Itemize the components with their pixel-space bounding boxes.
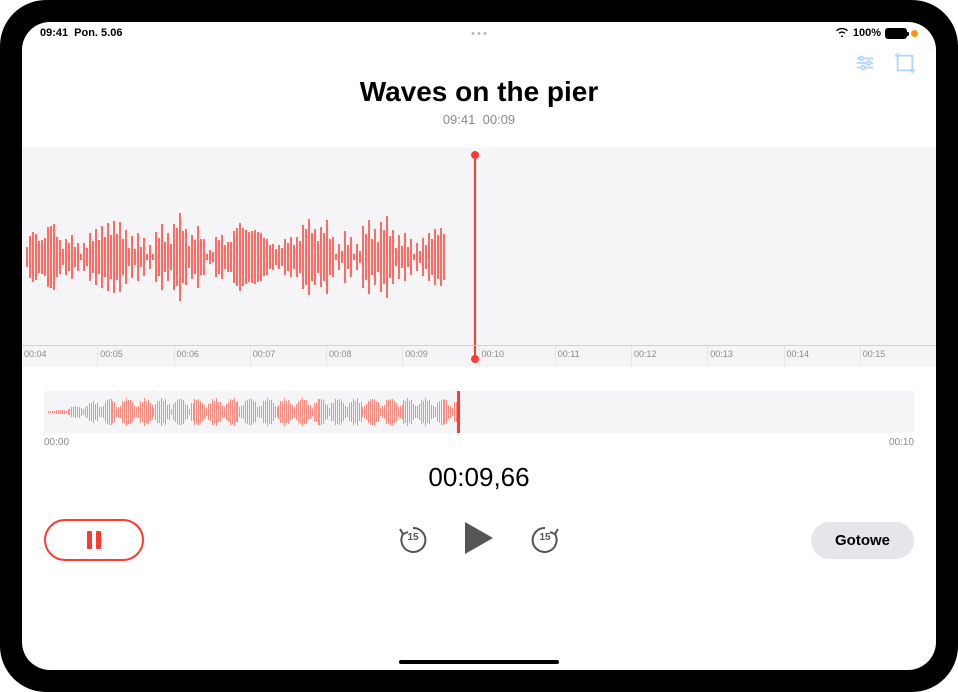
done-button[interactable]: Gotowe [811,522,914,559]
battery-pct: 100% [853,27,881,39]
timeline-tick: 00:04 [22,346,97,367]
skip-back-15-button[interactable]: 15 [397,524,429,556]
play-button[interactable] [463,520,495,561]
mic-in-use-dot [911,30,918,37]
timeline-tick: 00:09 [402,346,478,367]
playhead[interactable] [474,155,476,359]
timeline-tick: 00:11 [555,346,631,367]
timeline-tick: 00:15 [860,346,936,367]
overview-start: 00:00 [44,437,69,448]
overview-end: 00:10 [889,437,914,448]
timeline-tick: 00:08 [326,346,402,367]
timeline-tick: 00:14 [784,346,860,367]
ipad-frame: 09:41 Pon. 5.06 100% [0,0,958,692]
timeline-tick: 00:10 [479,346,555,367]
playback-settings-button[interactable] [854,52,876,79]
recording-title[interactable]: Waves on the pier [22,76,936,108]
timeline-tick: 00:13 [707,346,783,367]
waveform-overview[interactable]: 00:00 00:10 [44,391,914,448]
status-time: 09:41 [40,27,68,39]
timeline-tick: 00:05 [97,346,173,367]
pause-record-button[interactable] [44,519,144,561]
timeline-tick: 00:12 [631,346,707,367]
wifi-icon [835,26,849,40]
battery-icon [885,28,907,39]
skip-forward-15-button[interactable]: 15 [529,524,561,556]
screen: 09:41 Pon. 5.06 100% [22,22,936,670]
overview-playhead[interactable] [457,391,460,433]
timeline-tick: 00:06 [174,346,250,367]
waveform-main[interactable]: 00:0400:0500:0600:0700:0800:0900:1000:11… [22,147,936,367]
timeline-ruler: 00:0400:0500:0600:0700:0800:0900:1000:11… [22,345,936,367]
status-date: Pon. 5.06 [74,27,122,39]
trim-button[interactable] [894,52,916,79]
timeline-tick: 00:07 [250,346,326,367]
recording-meta: 09:41 00:09 [22,112,936,127]
status-bar: 09:41 Pon. 5.06 100% [22,22,936,44]
multitask-dots[interactable] [472,32,487,35]
current-time: 00:09,66 [22,462,936,493]
home-indicator[interactable] [399,660,559,664]
